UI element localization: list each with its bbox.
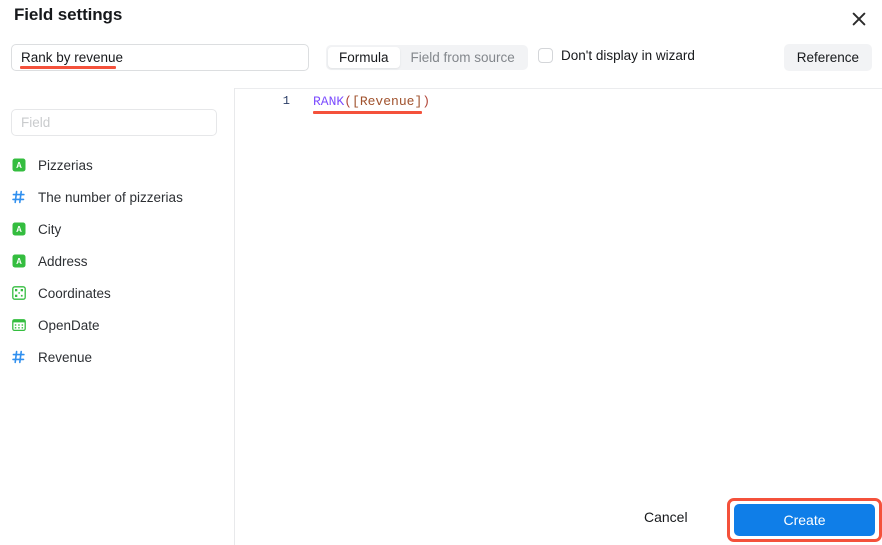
tab-formula[interactable]: Formula (328, 47, 400, 68)
list-item-label: The number of pizzerias (38, 189, 183, 205)
formula-editor[interactable]: RANK([Revenue]) (313, 94, 430, 110)
list-item-label: Address (38, 253, 88, 269)
formula-token-open-paren: ( (344, 94, 353, 109)
field-list: A Pizzerias The number of pizzerias A Ci… (0, 149, 234, 373)
cancel-button[interactable]: Cancel (644, 509, 688, 525)
text-type-icon: A (11, 158, 26, 173)
list-item-label: Pizzerias (38, 157, 93, 173)
geopoint-type-icon (11, 286, 26, 301)
text-type-icon: A (11, 222, 26, 237)
list-item[interactable]: OpenDate (0, 309, 234, 341)
reference-button[interactable]: Reference (783, 44, 872, 71)
list-item-label: OpenDate (38, 317, 100, 333)
number-type-icon (11, 190, 26, 205)
list-item-label: Coordinates (38, 285, 111, 301)
list-item[interactable]: Coordinates (0, 277, 234, 309)
list-item-label: City (38, 221, 62, 237)
list-item[interactable]: The number of pizzerias (0, 181, 234, 213)
svg-text:A: A (16, 161, 22, 170)
formula-highlight-underline (313, 111, 422, 114)
formula-token-function: RANK (313, 94, 345, 109)
mode-toggle-group[interactable]: Formula Field from source (326, 45, 528, 70)
formula-token-close-paren: ) (422, 94, 431, 109)
tab-field-from-source[interactable]: Field from source (400, 47, 526, 68)
panel-divider (234, 88, 235, 545)
name-input-highlight-underline (20, 66, 116, 69)
list-item[interactable]: A Pizzerias (0, 149, 234, 181)
dont-display-in-wizard-checkbox[interactable] (538, 48, 553, 63)
formula-token-field: [Revenue] (352, 94, 423, 109)
dont-display-in-wizard-label: Don't display in wizard (561, 48, 695, 63)
page-title: Field settings (14, 5, 123, 24)
svg-text:A: A (16, 225, 22, 234)
header-divider (234, 88, 882, 89)
editor-line-number: 1 (282, 94, 290, 108)
close-button[interactable] (844, 4, 874, 34)
dont-display-in-wizard-row[interactable]: Don't display in wizard (538, 48, 695, 63)
list-item[interactable]: A City (0, 213, 234, 245)
number-type-icon (11, 350, 26, 365)
list-item[interactable]: Revenue (0, 341, 234, 373)
close-icon (852, 12, 866, 26)
field-search-input[interactable] (11, 109, 217, 136)
list-item-label: Revenue (38, 349, 93, 365)
list-item[interactable]: A Address (0, 245, 234, 277)
create-button[interactable]: Create (734, 504, 875, 536)
svg-text:A: A (16, 257, 22, 266)
date-type-icon (11, 318, 26, 333)
text-type-icon: A (11, 254, 26, 269)
